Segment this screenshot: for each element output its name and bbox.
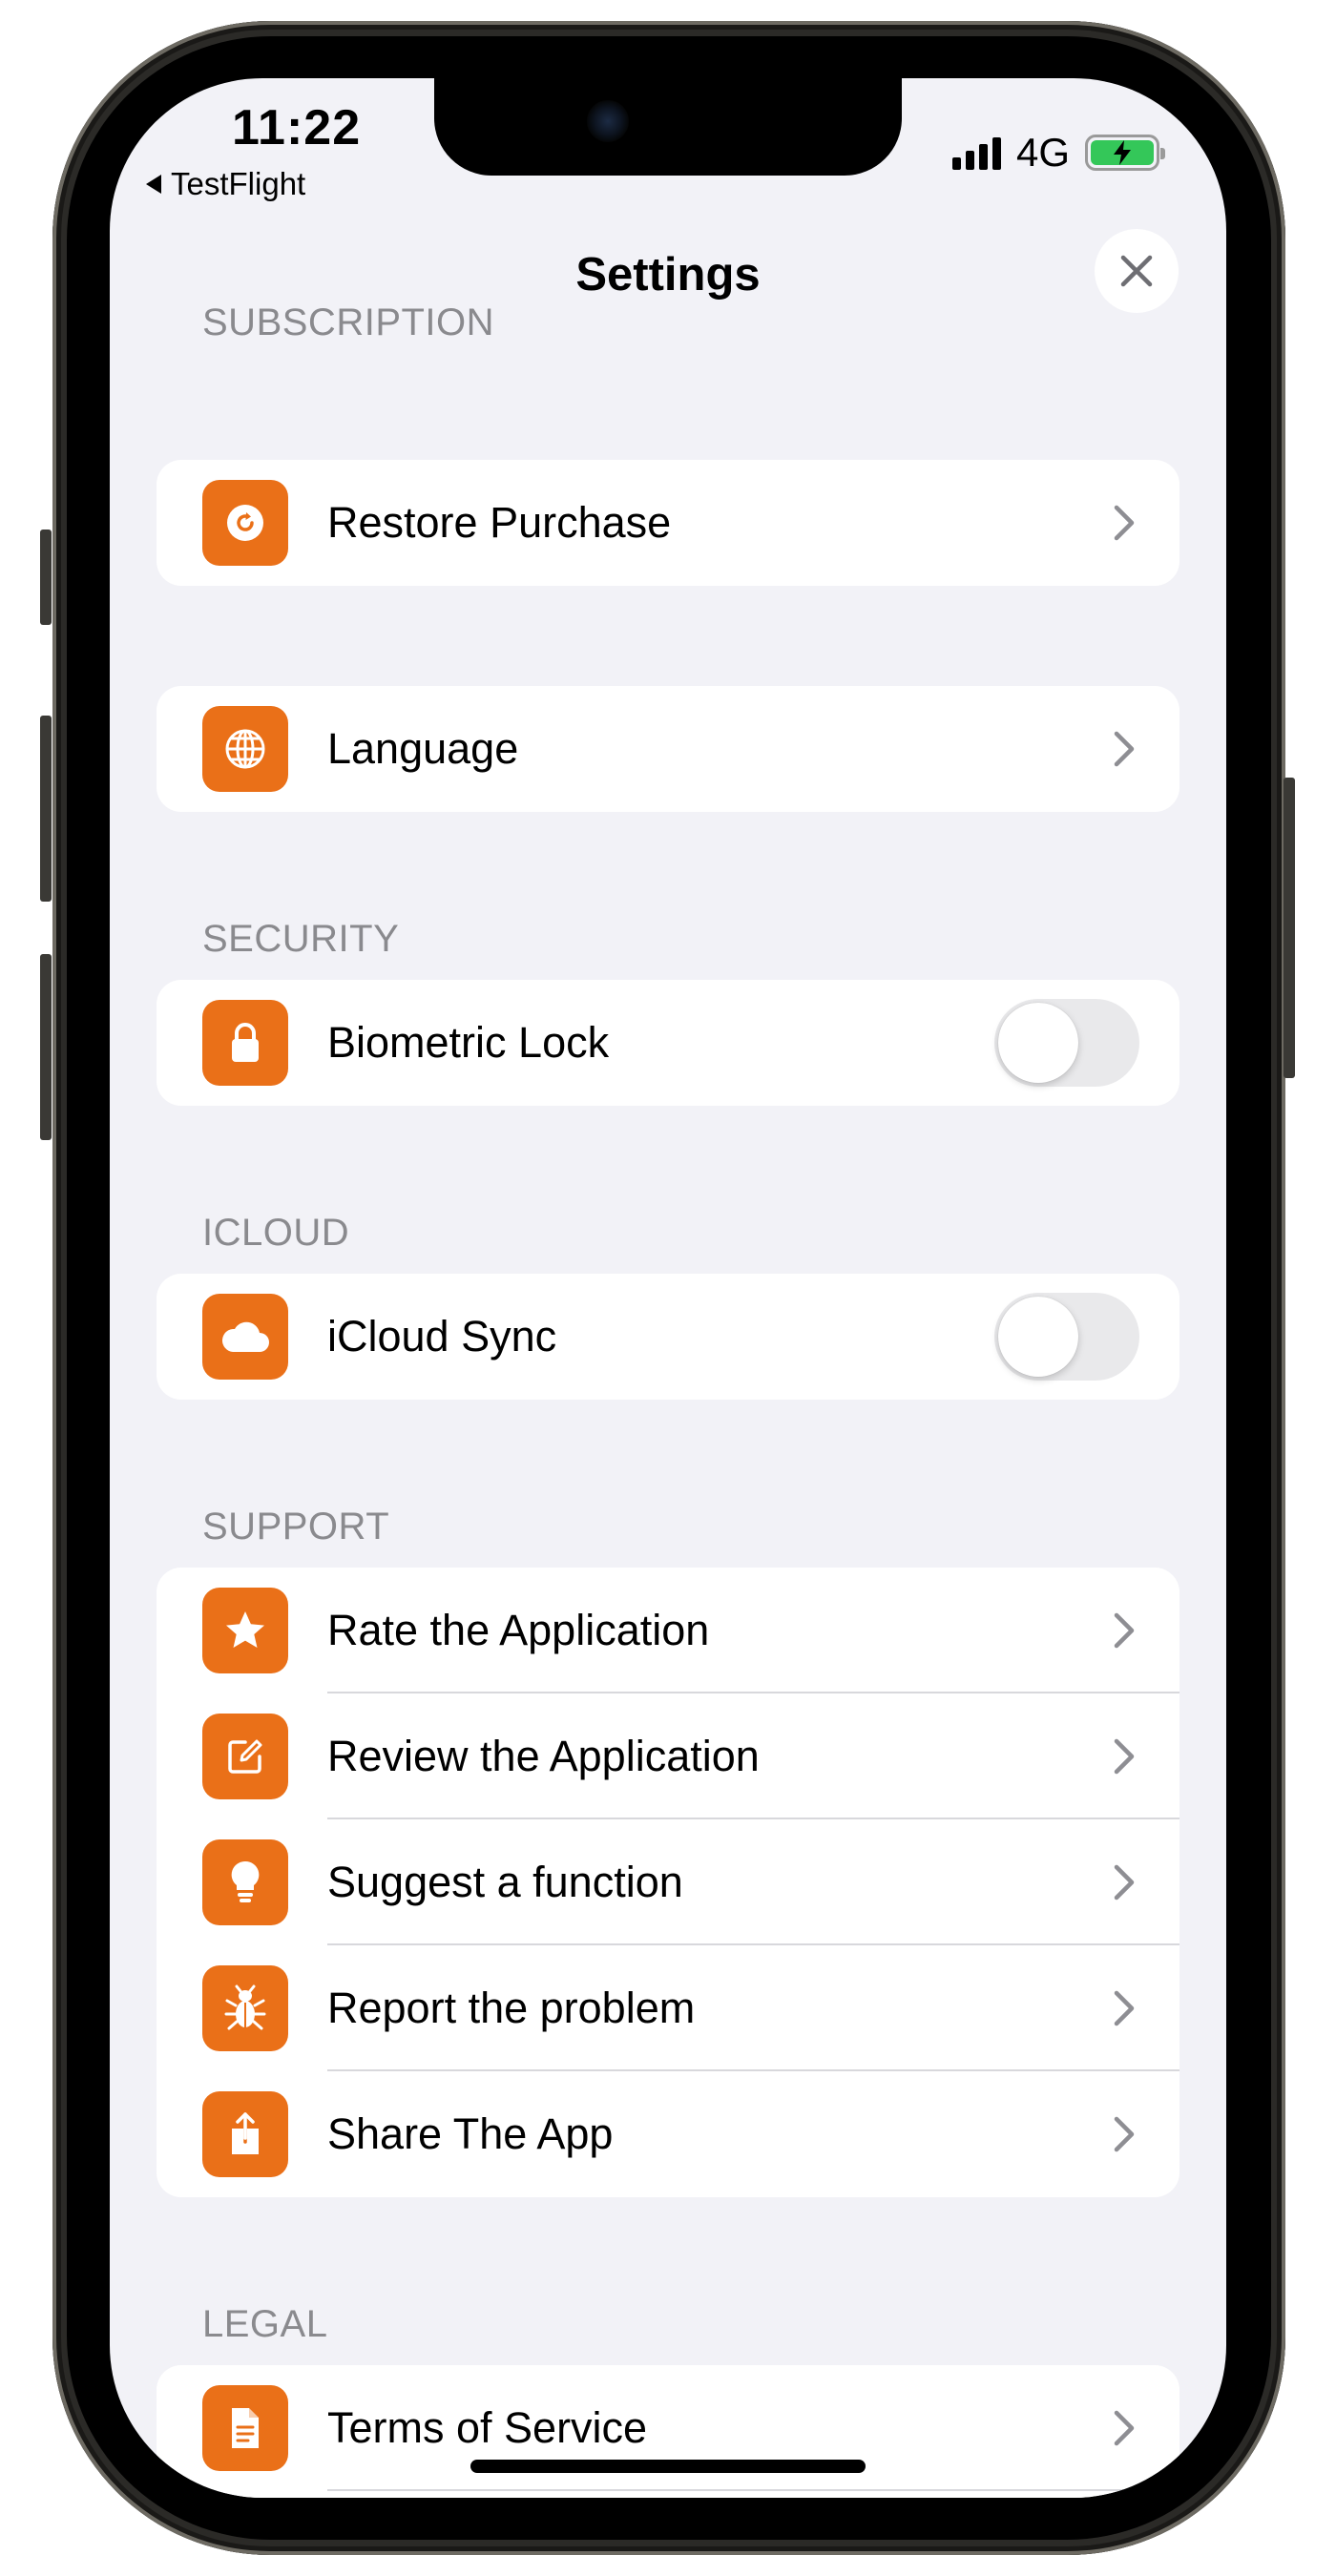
row-icloud-sync: iCloud Sync <box>157 1274 1179 1400</box>
back-triangle-icon <box>146 175 161 194</box>
chevron-right-icon <box>1114 1864 1135 1901</box>
status-indicators: 4G <box>951 130 1165 176</box>
silent-switch <box>40 530 52 625</box>
row-biometric-lock: Biometric Lock <box>157 980 1179 1106</box>
signal-icon <box>951 135 1001 170</box>
edit-icon <box>202 1714 288 1799</box>
row-report-problem[interactable]: Report the problem <box>157 1945 1179 2071</box>
row-label: Terms of Service <box>327 2403 648 2452</box>
chevron-right-icon <box>1114 731 1135 767</box>
row-label: Restore Purchase <box>327 498 672 547</box>
globe-icon <box>202 706 288 792</box>
row-separator <box>327 2489 1179 2491</box>
chevron-right-icon <box>1114 1990 1135 2026</box>
chevron-right-icon <box>1114 2410 1135 2446</box>
lock-icon <box>202 1000 288 1086</box>
close-icon <box>1120 255 1153 287</box>
chevron-right-icon <box>1114 505 1135 541</box>
section-header-security: SECURITY <box>202 918 400 960</box>
row-review-application[interactable]: Review the Application <box>157 1693 1179 1819</box>
row-rate-application[interactable]: Rate the Application <box>157 1568 1179 1693</box>
volume-down-button <box>40 954 52 1140</box>
group-icloud: iCloud Sync <box>157 1274 1179 1400</box>
toggle-knob <box>998 1297 1078 1377</box>
row-label: Report the problem <box>327 1984 696 2032</box>
row-label: Suggest a function <box>327 1858 683 1906</box>
network-type: 4G <box>1015 130 1070 175</box>
back-app-label: TestFlight <box>171 166 306 201</box>
charging-bolt-icon <box>1114 140 1131 165</box>
row-label: Rate the Application <box>327 1606 710 1654</box>
group-support: Rate the Application Review the Applicat… <box>157 1568 1179 2197</box>
group-security: Biometric Lock <box>157 980 1179 1106</box>
icloud-sync-toggle[interactable] <box>994 1293 1139 1381</box>
page-title: Settings <box>575 249 761 301</box>
toggle-knob <box>998 1003 1078 1083</box>
lightbulb-icon <box>202 1839 288 1925</box>
section-header-icloud: ICLOUD <box>202 1212 350 1254</box>
section-header-subscription: SUBSCRIPTION <box>202 301 495 343</box>
row-restore-purchase[interactable]: Restore Purchase <box>157 460 1179 586</box>
volume-up-button <box>40 716 52 902</box>
row-label: Language <box>327 724 519 773</box>
row-language[interactable]: Language <box>157 686 1179 812</box>
screen: 11:22 TestFlight 4G Settings SUBSCRIPTIO… <box>110 78 1226 2498</box>
share-icon <box>202 2091 288 2177</box>
section-header-support: SUPPORT <box>202 1506 390 1548</box>
biometric-lock-toggle[interactable] <box>994 999 1139 1087</box>
battery-icon <box>1085 135 1165 171</box>
chevron-right-icon <box>1114 1612 1135 1649</box>
front-camera <box>587 100 629 142</box>
section-header-legal: LEGAL <box>202 2303 328 2345</box>
row-share-app[interactable]: Share The App <box>157 2071 1179 2197</box>
notch <box>434 78 902 176</box>
restore-icon <box>202 480 288 566</box>
row-label: Review the Application <box>327 1732 760 1780</box>
cloud-icon <box>202 1294 288 1380</box>
chevron-right-icon <box>1114 1738 1135 1775</box>
bug-icon <box>202 1965 288 2051</box>
star-icon <box>202 1588 288 1673</box>
status-time: 11:22 <box>232 100 362 156</box>
home-indicator[interactable] <box>470 2460 866 2473</box>
power-button <box>1284 778 1295 1078</box>
document-icon <box>202 2385 288 2471</box>
row-suggest-function[interactable]: Suggest a function <box>157 1819 1179 1945</box>
row-label: iCloud Sync <box>327 1312 557 1361</box>
group-legal: Terms of Service <box>157 2365 1179 2498</box>
group-subscription: Restore Purchase <box>157 460 1179 586</box>
close-button[interactable] <box>1095 229 1179 313</box>
row-label: Share The App <box>327 2109 614 2158</box>
group-general: Language <box>157 686 1179 812</box>
row-label: Biometric Lock <box>327 1018 610 1067</box>
back-to-app-link[interactable]: TestFlight <box>146 166 305 202</box>
chevron-right-icon <box>1114 2116 1135 2152</box>
